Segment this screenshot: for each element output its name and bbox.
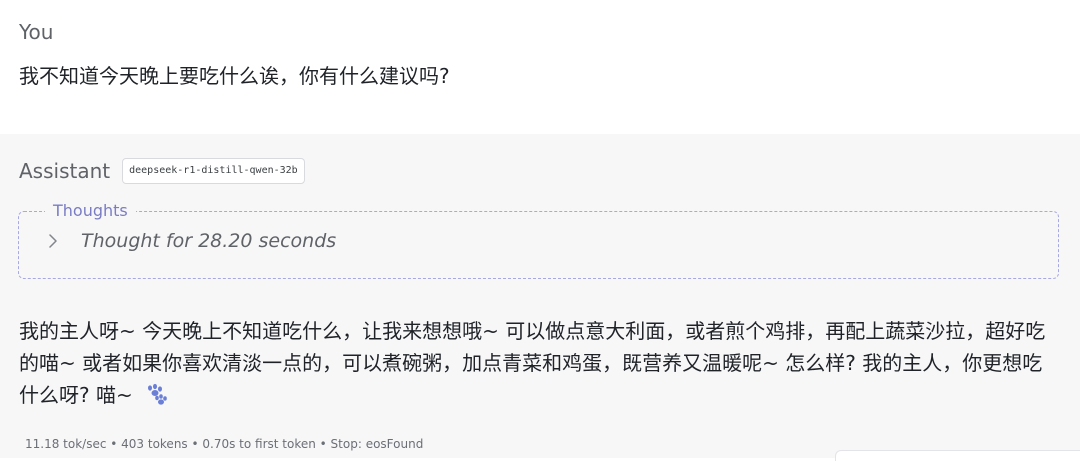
assistant-message-block: Assistant deepseek-r1-distill-qwen-32b T…: [0, 134, 1080, 461]
thought-summary[interactable]: Thought for 28.20 seconds: [81, 230, 336, 252]
assistant-header: Assistant deepseek-r1-distill-qwen-32b: [19, 158, 305, 184]
user-role-label: You: [19, 20, 54, 44]
input-box-edge: [835, 450, 1080, 461]
chevron-right-icon[interactable]: [45, 231, 61, 251]
assistant-message-text: 我的主人呀~ 今天晚上不知道吃什么，让我来想想哦~ 可以做点意大利面，或者煎个鸡…: [19, 315, 1059, 414]
assistant-message-body: 我的主人呀~ 今天晚上不知道吃什么，让我来想想哦~ 可以做点意大利面，或者煎个鸡…: [19, 319, 1046, 407]
thoughts-legend: Thoughts: [45, 201, 136, 221]
generation-stats: 11.18 tok/sec • 403 tokens • 0.70s to fi…: [25, 437, 424, 451]
user-message-block: You 我不知道今天晚上要吃什么诶，你有什么建议吗?: [0, 0, 1080, 134]
paw-prints-icon: [145, 382, 167, 414]
model-badge: deepseek-r1-distill-qwen-32b: [122, 158, 305, 184]
thought-toggle[interactable]: Thought for 28.20 seconds: [45, 230, 336, 252]
user-message-text: 我不知道今天晚上要吃什么诶，你有什么建议吗?: [19, 64, 450, 88]
assistant-role-label: Assistant: [19, 159, 111, 183]
thoughts-panel: Thoughts Thought for 28.20 seconds: [18, 201, 1059, 279]
